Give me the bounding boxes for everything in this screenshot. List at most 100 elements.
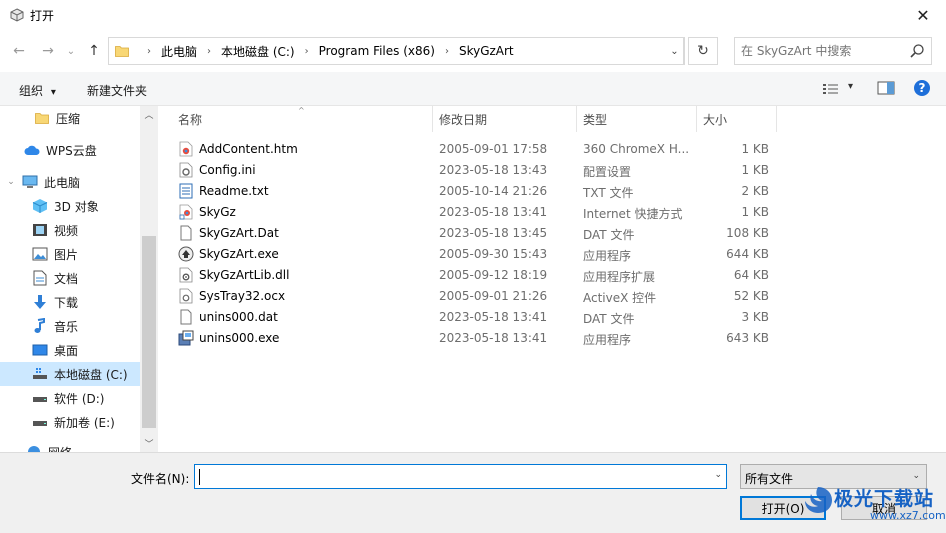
file-type: 360 ChromeX H... xyxy=(583,142,690,156)
file-row[interactable]: SkyGz 2023-05-18 13:41 Internet 快捷方式 1 K… xyxy=(174,202,774,223)
shortcut-icon xyxy=(179,204,193,220)
chevron-down-icon: ⌄ xyxy=(670,45,679,57)
column-header-date[interactable]: 修改日期 xyxy=(433,106,577,132)
file-row[interactable]: unins000.exe 2023-05-18 13:41 应用程序 643 K… xyxy=(174,328,774,349)
sidebar-item-pictures[interactable]: 图片 xyxy=(0,242,140,266)
filename-combobox[interactable]: ⌄ xyxy=(194,464,727,489)
sidebar-item-this-pc[interactable]: ⌄ 此电脑 xyxy=(0,170,140,194)
sidebar-item-label: 桌面 xyxy=(54,343,79,358)
breadcrumb-this-pc[interactable]: 此电脑 xyxy=(161,43,197,60)
breadcrumb-program-files[interactable]: Program Files (x86) xyxy=(319,44,435,58)
chevron-down-icon[interactable]: ⌄ xyxy=(714,470,722,480)
chevron-down-icon[interactable]: ⌄ xyxy=(6,177,16,187)
cube-icon xyxy=(32,198,48,214)
drive-icon xyxy=(32,414,48,430)
file-row[interactable]: Config.ini 2023-05-18 13:43 配置设置 1 KB xyxy=(174,160,774,181)
help-icon: ? xyxy=(914,80,930,96)
sidebar-item-new-volume-e[interactable]: 新加卷 (E:) xyxy=(0,410,140,434)
file-date: 2005-09-01 21:26 xyxy=(439,289,548,303)
search-box[interactable] xyxy=(734,37,932,65)
address-bar[interactable]: › 此电脑 › 本地磁盘 (C:) › Program Files (x86) … xyxy=(108,37,685,65)
cancel-button[interactable]: 取消 xyxy=(841,496,927,520)
sidebar-item-network[interactable]: 网络 xyxy=(0,440,140,452)
sidebar-item-local-disk-c[interactable]: 本地磁盘 (C:) xyxy=(0,362,140,386)
chevron-down-icon: ▾ xyxy=(50,87,56,98)
sidebar-item-wps-cloud[interactable]: WPS云盘 xyxy=(0,138,140,162)
command-toolbar: 组织 ▾ 新建文件夹 ▾ ? xyxy=(0,72,946,106)
file-name: SkyGzArtLib.dll xyxy=(199,268,290,282)
file-date: 2005-09-30 15:43 xyxy=(439,247,548,261)
sidebar-item-label: 图片 xyxy=(54,247,79,262)
sidebar-item-videos[interactable]: 视频 xyxy=(0,218,140,242)
up-button[interactable]: ↑ xyxy=(84,41,104,61)
cloud-icon xyxy=(24,142,40,158)
computer-icon xyxy=(22,174,38,190)
breadcrumb-skygzart[interactable]: SkyGzArt xyxy=(459,44,514,58)
recent-locations-button[interactable]: ⌄ xyxy=(61,41,81,61)
open-button[interactable]: 打开(O) xyxy=(740,496,826,520)
column-header-name[interactable]: 名称 xyxy=(172,106,433,132)
file-row[interactable]: SkyGzArt.Dat 2023-05-18 13:45 DAT 文件 108… xyxy=(174,223,774,244)
sidebar-item-downloads[interactable]: 下载 xyxy=(0,290,140,314)
file-date: 2005-09-01 17:58 xyxy=(439,142,548,156)
file-size: 52 KB xyxy=(733,289,769,303)
column-header-size[interactable]: 大小 xyxy=(697,106,777,132)
file-type: DAT 文件 xyxy=(583,228,635,242)
file-size: 3 KB xyxy=(741,310,769,324)
scroll-down-icon[interactable]: ﹀ xyxy=(140,435,158,452)
sidebar-item-software-d[interactable]: 软件 (D:) xyxy=(0,386,140,410)
file-type-filter[interactable]: 所有文件 ⌄ xyxy=(740,464,927,489)
file-name: AddContent.htm xyxy=(199,142,298,156)
address-dropdown-button[interactable]: ⌄ xyxy=(666,37,684,65)
blank-file-icon xyxy=(180,225,192,241)
help-button[interactable]: ? xyxy=(913,79,931,100)
ocx-icon xyxy=(179,288,193,304)
search-input[interactable] xyxy=(741,42,901,60)
sidebar-item-label: 本地磁盘 (C:) xyxy=(54,367,128,382)
blank-file-icon xyxy=(180,309,192,325)
breadcrumb-separator-icon: › xyxy=(207,45,212,57)
organize-button[interactable]: 组织 ▾ xyxy=(19,82,56,99)
chevron-down-icon: ⌄ xyxy=(912,471,920,481)
forward-button[interactable]: → xyxy=(38,41,58,61)
column-header-type[interactable]: 类型 xyxy=(577,106,697,132)
file-row[interactable]: AddContent.htm 2005-09-01 17:58 360 Chro… xyxy=(174,139,774,160)
sidebar-item-label: 视频 xyxy=(54,223,79,238)
file-row[interactable]: SkyGzArtLib.dll 2005-09-12 18:19 应用程序扩展 … xyxy=(174,265,774,286)
sidebar-scrollbar[interactable]: ︿ ﹀ xyxy=(140,106,158,452)
back-button[interactable]: ← xyxy=(9,41,29,61)
new-folder-button[interactable]: 新建文件夹 xyxy=(87,82,147,99)
details-view-icon xyxy=(823,84,838,94)
refresh-button[interactable]: ↻ xyxy=(688,37,718,65)
scroll-up-icon[interactable]: ︿ xyxy=(140,106,158,123)
file-type: 应用程序 xyxy=(583,333,632,347)
sidebar-item-label: 音乐 xyxy=(54,319,79,334)
sidebar-item-label: 软件 (D:) xyxy=(54,391,105,406)
view-options-button[interactable] xyxy=(822,82,840,99)
file-row[interactable]: SkyGzArt.exe 2005-09-30 15:43 应用程序 644 K… xyxy=(174,244,774,265)
drive-icon xyxy=(32,390,48,406)
view-dropdown-button[interactable]: ▾ xyxy=(848,81,853,92)
file-size: 1 KB xyxy=(741,142,769,156)
sidebar-item-documents[interactable]: 文档 xyxy=(0,266,140,290)
filename-input[interactable] xyxy=(199,468,699,485)
breadcrumb: › 此电脑 › 本地磁盘 (C:) › Program Files (x86) … xyxy=(137,38,514,64)
sidebar-item-label: 下载 xyxy=(54,295,79,310)
file-row[interactable]: unins000.dat 2023-05-18 13:41 DAT 文件 3 K… xyxy=(174,307,774,328)
sidebar-item-music[interactable]: 音乐 xyxy=(0,314,140,338)
file-size: 644 KB xyxy=(726,247,769,261)
scrollbar-thumb[interactable] xyxy=(142,236,156,428)
chevron-down-icon: ▾ xyxy=(848,81,854,92)
file-row[interactable]: SysTray32.ocx 2005-09-01 21:26 ActiveX 控… xyxy=(174,286,774,307)
close-button[interactable]: ✕ xyxy=(900,0,946,30)
preview-pane-button[interactable] xyxy=(877,81,895,98)
sidebar-item-desktop[interactable]: 桌面 xyxy=(0,338,140,362)
breadcrumb-local-disk[interactable]: 本地磁盘 (C:) xyxy=(221,43,295,60)
html-icon xyxy=(179,141,193,157)
file-row[interactable]: Readme.txt 2005-10-14 21:26 TXT 文件 2 KB xyxy=(174,181,774,202)
text-caret xyxy=(199,469,200,485)
sidebar-item-3d-objects[interactable]: 3D 对象 xyxy=(0,194,140,218)
sidebar-item-compress[interactable]: 压缩 xyxy=(0,106,140,130)
app-icon xyxy=(10,8,24,22)
file-size: 643 KB xyxy=(726,331,769,345)
